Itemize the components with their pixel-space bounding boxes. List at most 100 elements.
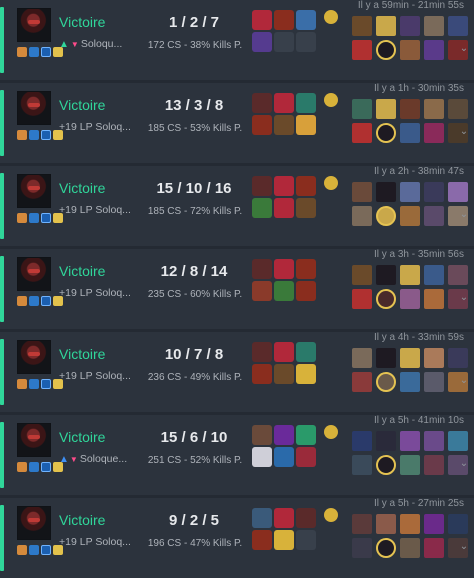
player-champion-icon[interactable] bbox=[376, 289, 396, 309]
champion-icon[interactable] bbox=[424, 16, 444, 36]
champion-icon[interactable] bbox=[448, 16, 468, 36]
champion-icon[interactable] bbox=[424, 289, 444, 309]
expand-chevron-icon[interactable]: ⌄ bbox=[458, 542, 470, 552]
item-icon bbox=[252, 176, 272, 196]
champion-icon[interactable] bbox=[400, 99, 420, 119]
champion-icon[interactable] bbox=[448, 514, 468, 534]
champion-icon[interactable] bbox=[352, 514, 372, 534]
champion-icon[interactable] bbox=[424, 40, 444, 60]
champion-icon[interactable] bbox=[376, 265, 396, 285]
champion-icon[interactable] bbox=[352, 182, 372, 202]
champion-icon[interactable] bbox=[424, 99, 444, 119]
trinket-icon bbox=[324, 93, 338, 107]
champion-icon[interactable] bbox=[424, 455, 444, 475]
expand-chevron-icon[interactable]: ⌄ bbox=[458, 293, 470, 303]
champion-icon[interactable] bbox=[352, 372, 372, 392]
rank-queue-info: +19 LP Soloq... bbox=[59, 536, 147, 548]
champion-icon[interactable] bbox=[424, 538, 444, 558]
champion-icon[interactable] bbox=[400, 431, 420, 451]
champion-icon[interactable] bbox=[400, 538, 420, 558]
item-icon bbox=[252, 447, 272, 467]
champion-icon[interactable] bbox=[376, 431, 396, 451]
item-icon bbox=[296, 447, 316, 467]
summoner-spell-icon bbox=[29, 379, 39, 389]
expand-chevron-icon[interactable]: ⌄ bbox=[458, 127, 470, 137]
champion-icon[interactable] bbox=[352, 289, 372, 309]
match-row[interactable]: Victoire ▲ ▼ Soloqu... 1 / 2 / 7 172 CS - 38%… bbox=[0, 0, 474, 80]
item-icon bbox=[296, 10, 316, 30]
lp-change: +19 LP bbox=[59, 287, 93, 299]
player-champion-icon[interactable] bbox=[376, 40, 396, 60]
champion-icon[interactable] bbox=[376, 514, 396, 534]
champion-icon[interactable] bbox=[448, 265, 468, 285]
champion-icon[interactable] bbox=[424, 206, 444, 226]
champion-icon[interactable] bbox=[352, 265, 372, 285]
champion-icon[interactable] bbox=[352, 431, 372, 451]
match-row[interactable]: Victoire +19 LP Soloq... 9 / 2 / 5 196 CS -… bbox=[0, 498, 474, 578]
champion-icon[interactable] bbox=[352, 206, 372, 226]
match-time: Il y a 5h - 41min 10s bbox=[373, 415, 464, 426]
match-time: Il y a 3h - 35min 56s bbox=[373, 249, 464, 260]
champion-icon[interactable] bbox=[448, 99, 468, 119]
champion-icon[interactable] bbox=[424, 431, 444, 451]
champion-icon[interactable] bbox=[352, 348, 372, 368]
item-icon bbox=[252, 530, 272, 550]
player-champion-icon[interactable] bbox=[376, 372, 396, 392]
champion-icon[interactable] bbox=[376, 348, 396, 368]
expand-chevron-icon[interactable]: ⌄ bbox=[458, 44, 470, 54]
player-champion-icon[interactable] bbox=[376, 538, 396, 558]
item-icon bbox=[252, 32, 272, 52]
expand-chevron-icon[interactable]: ⌄ bbox=[458, 210, 470, 220]
champion-icon[interactable] bbox=[400, 348, 420, 368]
champion-icon[interactable] bbox=[400, 182, 420, 202]
match-row[interactable]: Victoire +19 LP Soloq... 10 / 7 / 8 236 CS … bbox=[0, 332, 474, 412]
champion-icon[interactable] bbox=[376, 16, 396, 36]
champion-icon[interactable] bbox=[424, 265, 444, 285]
item-icon bbox=[274, 10, 294, 30]
expand-chevron-icon[interactable]: ⌄ bbox=[458, 376, 470, 386]
champion-icon[interactable] bbox=[352, 123, 372, 143]
champion-icon[interactable] bbox=[376, 182, 396, 202]
champion-icon[interactable] bbox=[400, 265, 420, 285]
champion-icon[interactable] bbox=[352, 40, 372, 60]
expand-chevron-icon[interactable]: ⌄ bbox=[458, 459, 470, 469]
match-row[interactable]: Victoire ▲▼ Soloque... 15 / 6 / 10 251 CS - … bbox=[0, 415, 474, 495]
item-icon bbox=[274, 342, 294, 362]
champion-icon[interactable] bbox=[424, 514, 444, 534]
champion-icon[interactable] bbox=[400, 206, 420, 226]
champion-icon[interactable] bbox=[448, 431, 468, 451]
champion-icon[interactable] bbox=[448, 182, 468, 202]
match-row[interactable]: Victoire +19 LP Soloq... 12 / 8 / 14 235 CS… bbox=[0, 249, 474, 329]
champion-icon[interactable] bbox=[376, 99, 396, 119]
champion-icon[interactable] bbox=[448, 348, 468, 368]
player-champion-icon[interactable] bbox=[376, 206, 396, 226]
match-row[interactable]: Victoire +19 LP Soloq... 13 / 3 / 8 185 CS … bbox=[0, 83, 474, 163]
player-champion-icon[interactable] bbox=[376, 455, 396, 475]
champion-icon[interactable] bbox=[424, 372, 444, 392]
match-result: Victoire bbox=[59, 97, 106, 113]
champion-portrait bbox=[17, 174, 51, 208]
champion-icon[interactable] bbox=[400, 514, 420, 534]
champion-icon[interactable] bbox=[424, 123, 444, 143]
match-row[interactable]: Victoire +19 LP Soloq... 15 / 10 / 16 185 C… bbox=[0, 166, 474, 246]
player-champion-icon[interactable] bbox=[376, 123, 396, 143]
item-icon bbox=[274, 93, 294, 113]
champion-icon[interactable] bbox=[400, 289, 420, 309]
trinket-icon bbox=[324, 425, 338, 439]
champion-icon[interactable] bbox=[400, 372, 420, 392]
champion-icon[interactable] bbox=[400, 16, 420, 36]
champion-icon[interactable] bbox=[352, 16, 372, 36]
summoner-spell-icon bbox=[29, 462, 39, 472]
summoner-spells bbox=[17, 213, 65, 227]
champion-icon[interactable] bbox=[352, 99, 372, 119]
champion-portrait bbox=[17, 8, 51, 42]
champion-icon[interactable] bbox=[400, 40, 420, 60]
champion-icon[interactable] bbox=[352, 538, 372, 558]
champion-icon[interactable] bbox=[424, 182, 444, 202]
cs-kill-participation: 172 CS - 38% Kills P. bbox=[147, 40, 243, 51]
champion-icon[interactable] bbox=[400, 455, 420, 475]
champion-icon[interactable] bbox=[352, 455, 372, 475]
champion-icon[interactable] bbox=[424, 348, 444, 368]
lp-change: +19 LP bbox=[59, 121, 93, 133]
champion-icon[interactable] bbox=[400, 123, 420, 143]
